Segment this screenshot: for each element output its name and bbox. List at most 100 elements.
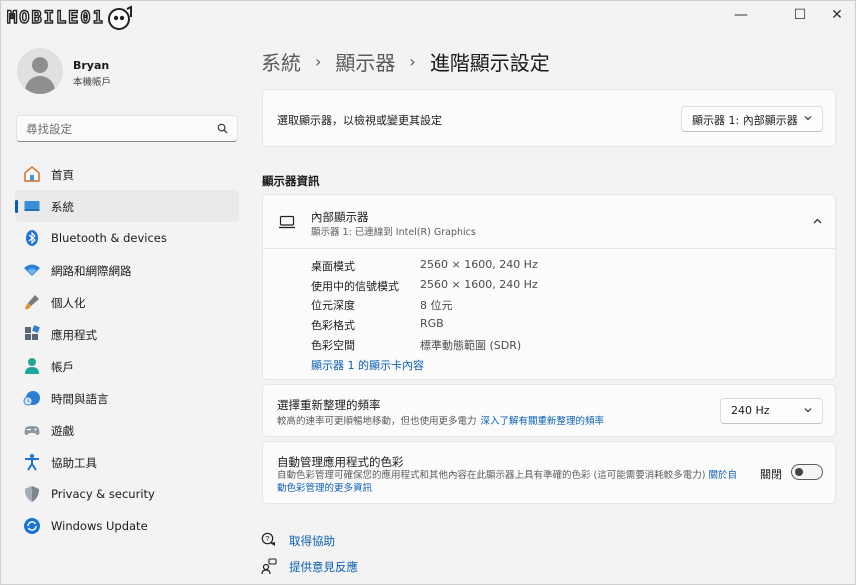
sidebar-item-personalization[interactable]: 個人化 xyxy=(15,286,239,318)
sidebar-item-bluetooth[interactable]: Bluetooth & devices xyxy=(15,222,239,254)
sidebar-item-network[interactable]: 網路和網際網路 xyxy=(15,254,239,286)
toggle-state-label: 關閉 xyxy=(760,468,782,481)
display-select-dropdown[interactable]: 顯示器 1: 內部顯示器 xyxy=(681,106,823,132)
sidebar-item-gaming[interactable]: 遊戲 xyxy=(15,414,239,446)
sidebar-item-label: Privacy & security xyxy=(51,487,155,501)
display-info-subtitle: 顯示器 1: 已連線到 Intel(R) Graphics xyxy=(311,227,476,238)
get-help-link[interactable]: ? 取得協助 xyxy=(261,531,461,551)
sidebar-item-label: 個人化 xyxy=(51,296,86,310)
spec-row-signal-mode: 使用中的信號模式 2560 × 1600, 240 Hz xyxy=(311,278,811,296)
sidebar-item-label: 時間與語言 xyxy=(51,392,109,406)
refresh-rate-title: 選擇重新整理的頻率 xyxy=(277,398,381,412)
settings-window: MOBILE01 — ☐ ✕ Bryan 本機帳戶 尋找設定 首頁 系統 Blu… xyxy=(0,0,856,585)
auto-color-management-card: 自動管理應用程式的色彩 自動色彩管理可確保您的應用程式和其他內容在此顯示器上具有… xyxy=(262,441,836,504)
help-icon: ? xyxy=(261,532,275,546)
close-button[interactable]: ✕ xyxy=(814,1,856,29)
page-title: 進階顯示設定 xyxy=(429,51,550,75)
spec-key: 桌面模式 xyxy=(311,260,355,273)
get-help-label: 取得協助 xyxy=(289,534,335,548)
display-select-label: 選取顯示器，以檢視或變更其設定 xyxy=(277,114,442,127)
spec-value: RGB xyxy=(420,317,444,330)
sidebar-item-time-language[interactable]: 時間與語言 xyxy=(15,382,239,414)
breadcrumb-separator: › xyxy=(315,52,322,71)
mobile01-logo: MOBILE01 xyxy=(6,4,133,32)
minimize-button[interactable]: — xyxy=(718,1,764,29)
auto-color-management-toggle[interactable] xyxy=(791,464,823,480)
sidebar-item-windows-update[interactable]: Windows Update xyxy=(15,510,239,542)
refresh-rate-value: 240 Hz xyxy=(731,404,770,417)
sidebar-item-label: 協助工具 xyxy=(51,456,97,470)
feedback-icon xyxy=(261,558,277,574)
refresh-rate-dropdown[interactable]: 240 Hz xyxy=(720,398,823,424)
section-title-display-info: 顯示器資訊 xyxy=(262,174,320,188)
sidebar-item-system[interactable]: 系統 xyxy=(15,190,239,222)
spec-row-desktop-mode: 桌面模式 2560 × 1600, 240 Hz xyxy=(311,258,811,276)
sidebar-nav: 首頁 系統 Bluetooth & devices 網路和網際網路 個人化 應用… xyxy=(15,158,239,542)
display-info-card: 內部顯示器 顯示器 1: 已連線到 Intel(R) Graphics 桌面模式… xyxy=(262,194,836,380)
display-select-card: 選取顯示器，以檢視或變更其設定 顯示器 1: 內部顯示器 xyxy=(262,89,836,147)
sidebar-item-label: 應用程式 xyxy=(51,328,97,342)
search-icon[interactable] xyxy=(217,123,228,134)
sidebar-item-label: 遊戲 xyxy=(51,424,74,438)
sidebar-item-label: 網路和網際網路 xyxy=(51,264,132,278)
give-feedback-link[interactable]: 提供意見反應 xyxy=(261,557,461,577)
auto-color-management-title: 自動管理應用程式的色彩 xyxy=(277,455,404,469)
title-bar: MOBILE01 — ☐ ✕ xyxy=(1,1,856,31)
sidebar-item-accessibility[interactable]: 協助工具 xyxy=(15,446,239,478)
profile-name: Bryan xyxy=(73,59,110,72)
logo-text: MOBILE01 xyxy=(6,7,105,28)
display-adapter-properties-link[interactable]: 顯示器 1 的顯示卡內容 xyxy=(311,357,424,373)
sidebar-item-privacy[interactable]: Privacy & security xyxy=(15,478,239,510)
spec-value: 8 位元 xyxy=(420,299,453,312)
refresh-rate-card: 選擇重新整理的頻率 較高的速率可更順暢地移動，但也使用更多電力 深入了解有關重新整… xyxy=(262,384,836,437)
spec-row-bit-depth: 位元深度 8 位元 xyxy=(311,297,811,315)
shield-icon xyxy=(25,486,39,502)
sidebar-item-label: 帳戶 xyxy=(51,360,74,374)
chevron-down-icon xyxy=(804,116,812,121)
wifi-icon xyxy=(24,264,40,276)
spec-key: 色彩空間 xyxy=(311,339,355,352)
sidebar-item-accounts[interactable]: 帳戶 xyxy=(15,350,239,382)
breadcrumb-system[interactable]: 系統 xyxy=(261,47,301,76)
auto-color-management-description: 自動色彩管理可確保您的應用程式和其他內容在此顯示器上具有準確的色彩 (這可能需要… xyxy=(277,469,745,495)
breadcrumb-separator: › xyxy=(409,52,416,71)
refresh-rate-learn-more-link[interactable]: 深入了解有關重新整理的頻率 xyxy=(481,416,605,427)
spec-row-color-format: 色彩格式 RGB xyxy=(311,317,811,335)
avatar xyxy=(17,48,63,94)
spec-key: 位元深度 xyxy=(311,299,355,312)
home-icon xyxy=(24,166,40,182)
sidebar-item-label: 首頁 xyxy=(51,168,74,182)
sidebar-item-home[interactable]: 首頁 xyxy=(15,158,239,190)
spec-value: 標準動態範圍 (SDR) xyxy=(420,339,522,352)
apps-icon xyxy=(25,325,40,340)
account-icon xyxy=(25,358,39,374)
search-box[interactable]: 尋找設定 xyxy=(16,115,238,142)
profile-account-type: 本機帳戶 xyxy=(73,77,112,88)
chevron-up-icon[interactable] xyxy=(812,216,823,226)
spec-key: 使用中的信號模式 xyxy=(311,280,399,293)
chevron-down-icon xyxy=(804,408,812,413)
breadcrumb-display[interactable]: 顯示器 xyxy=(335,47,395,76)
bluetooth-icon xyxy=(26,230,38,246)
laptop-icon xyxy=(279,215,295,229)
refresh-rate-description: 較高的速率可更順暢地移動，但也使用更多電力 深入了解有關重新整理的頻率 xyxy=(277,413,604,427)
give-feedback-label: 提供意見反應 xyxy=(289,560,358,574)
time-language-icon xyxy=(23,391,40,406)
display-info-title: 內部顯示器 xyxy=(311,210,369,224)
gamepad-icon xyxy=(24,426,40,435)
display-select-value: 顯示器 1: 內部顯示器 xyxy=(692,114,798,127)
system-icon xyxy=(24,201,40,211)
svg-text:?: ? xyxy=(265,534,269,543)
sidebar-item-label: Windows Update xyxy=(51,519,148,533)
spec-value: 2560 × 1600, 240 Hz xyxy=(420,258,538,271)
user-profile[interactable]: Bryan 本機帳戶 xyxy=(17,48,237,98)
auto-color-description-text: 自動色彩管理可確保您的應用程式和其他內容在此顯示器上具有準確的色彩 (這可能需要… xyxy=(277,470,706,481)
search-input[interactable]: 尋找設定 xyxy=(26,121,72,137)
sidebar-item-apps[interactable]: 應用程式 xyxy=(15,318,239,350)
update-icon xyxy=(24,518,40,534)
brush-icon xyxy=(25,295,39,310)
spec-value: 2560 × 1600, 240 Hz xyxy=(420,278,538,291)
refresh-rate-description-text: 較高的速率可更順暢地移動，但也使用更多電力 xyxy=(277,416,477,427)
display-info-header[interactable]: 內部顯示器 顯示器 1: 已連線到 Intel(R) Graphics xyxy=(263,195,835,249)
toggle-knob xyxy=(795,468,803,476)
